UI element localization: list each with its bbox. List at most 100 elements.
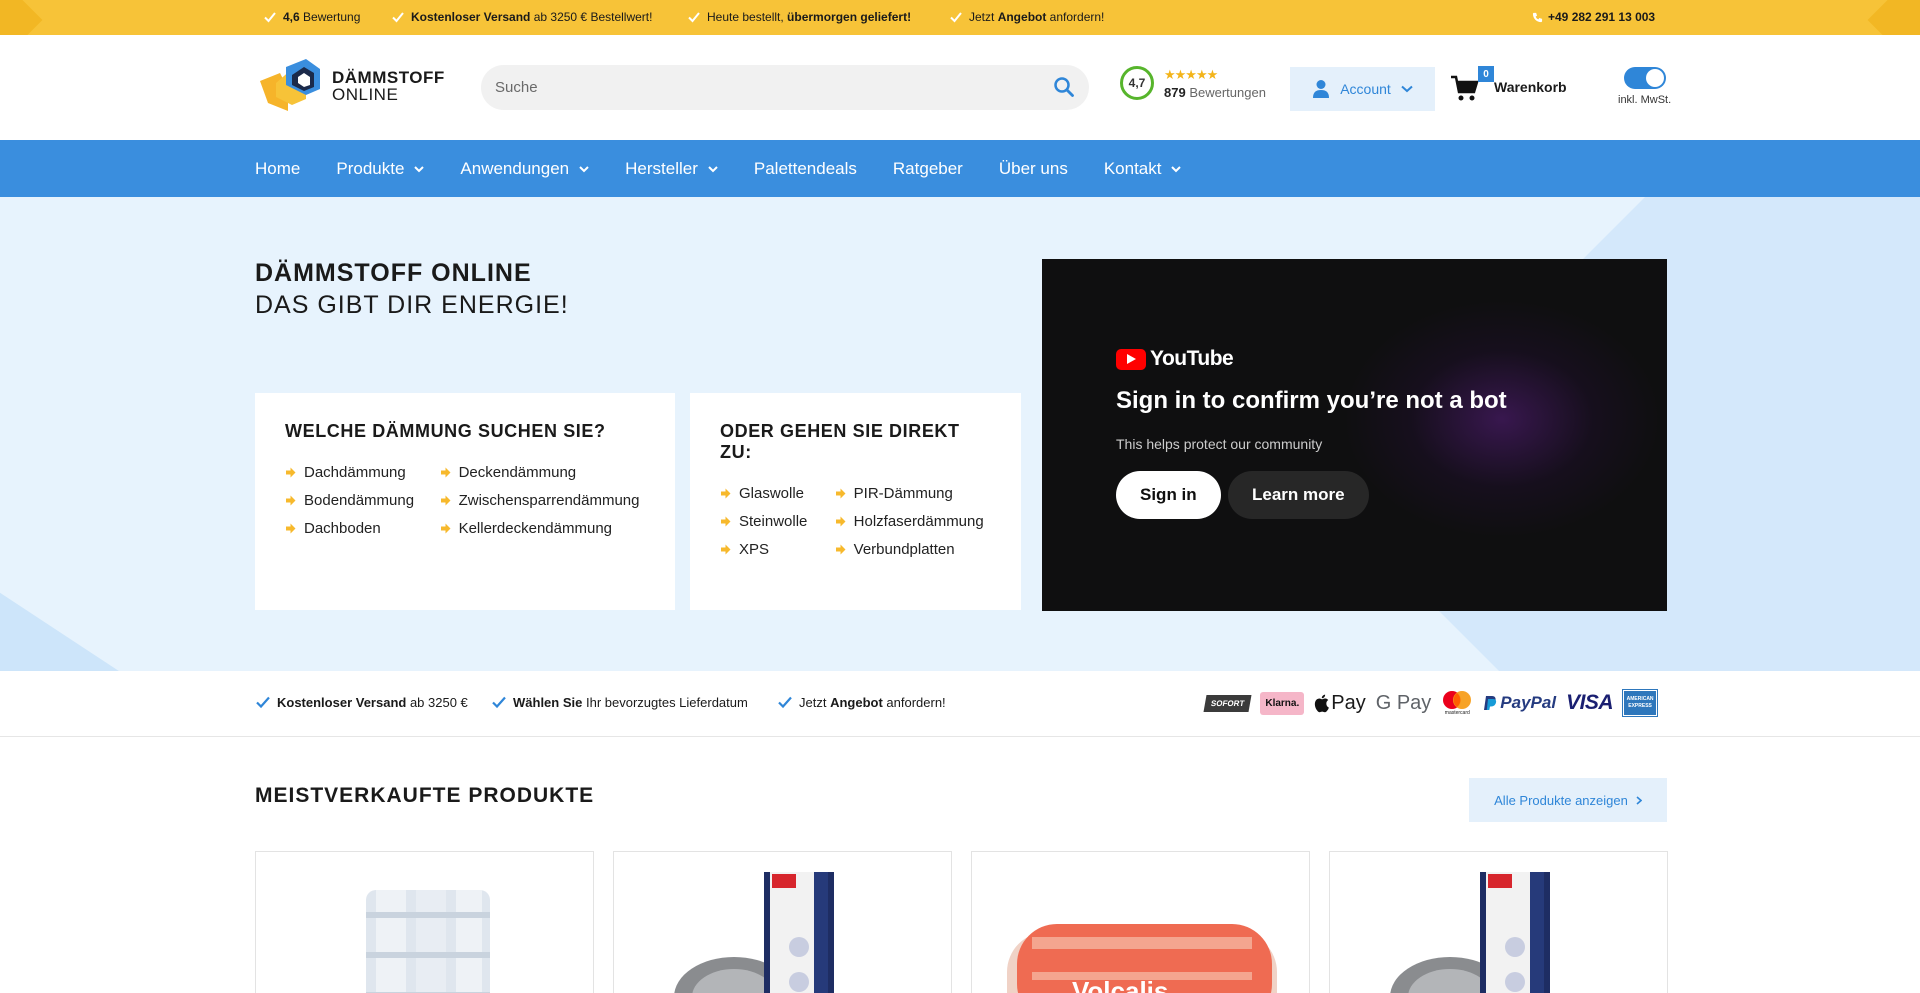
search-icon[interactable] <box>1053 76 1075 98</box>
arrow-right-icon <box>440 467 451 478</box>
top-usp-bar: 4,6 Bewertung Kostenloser Versand ab 325… <box>0 0 1920 35</box>
logo-line1: DÄMMSTOFF <box>332 68 445 87</box>
chevron-down-icon <box>414 165 425 172</box>
sofort-icon: SOFORT <box>1203 694 1252 712</box>
rating-stars: ★★★★★ <box>1164 66 1218 82</box>
arrow-right-icon <box>835 516 846 527</box>
logo-line2: ONLINE <box>332 85 399 104</box>
site-header: DÄMMSTOFF ONLINE 4,7 ★★★★★ 879 Bewertung… <box>0 35 1920 140</box>
chevron-right-icon <box>1636 795 1642 805</box>
nav-home[interactable]: Home <box>255 159 300 179</box>
usp-free-shipping: Kostenloser Versand ab 3250 € Bestellwer… <box>391 10 652 24</box>
nav-produkte[interactable]: Produkte <box>336 159 425 179</box>
visa-icon: VISA <box>1566 691 1614 714</box>
product-card[interactable] <box>255 851 594 993</box>
product-image <box>674 872 834 993</box>
chevron-down-icon <box>1171 165 1182 172</box>
link-zwischensparrendaemmung[interactable]: Zwischensparrendämmung <box>440 492 645 509</box>
card-title: ODER GEHEN SIE DIREKT ZU: <box>720 421 960 462</box>
link-glaswolle[interactable]: Glaswolle <box>720 485 815 502</box>
apple-pay-icon: Pay <box>1314 692 1366 715</box>
nav-anwendungen[interactable]: Anwendungen <box>460 159 589 179</box>
hero-section: DÄMMSTOFF ONLINE DAS GIBT DIR ENERGIE! W… <box>0 197 1920 671</box>
link-holzfaserdaemmung[interactable]: Holzfaserdämmung <box>835 513 991 530</box>
vat-label: inkl. MwSt. <box>1618 94 1672 106</box>
account-button[interactable]: Account <box>1290 67 1435 111</box>
nav-ratgeber[interactable]: Ratgeber <box>893 159 963 179</box>
nav-palettendeals[interactable]: Palettendeals <box>754 159 857 179</box>
youtube-play-icon <box>1116 348 1146 370</box>
link-dachboden[interactable]: Dachboden <box>285 520 420 537</box>
phone-link[interactable]: +49 282 291 13 003 <box>1532 10 1655 24</box>
arrow-right-icon <box>440 495 451 506</box>
vat-toggle-group: inkl. MwSt. <box>1618 67 1671 106</box>
rating-count: 879 <box>1164 84 1186 100</box>
check-icon <box>392 12 404 23</box>
check-icon <box>256 696 270 709</box>
usp-offer: Jetzt Angebot anfordern! <box>777 694 946 710</box>
cart-icon <box>1451 75 1479 101</box>
cart-button[interactable]: 0 Warenkorb <box>1450 66 1567 104</box>
all-products-button[interactable]: Alle Produkte anzeigen <box>1469 778 1667 822</box>
mastercard-icon: mastercard <box>1441 690 1473 716</box>
arrow-right-icon <box>286 467 296 478</box>
arrow-right-icon <box>721 516 731 527</box>
usp-strip: Kostenloser Versand ab 3250 € Wählen Sie… <box>0 671 1920 737</box>
decor-stripe <box>0 0 43 35</box>
vat-toggle[interactable] <box>1623 67 1666 89</box>
hero-subtitle: DAS GIBT DIR ENERGIE! <box>255 291 569 319</box>
link-bodendaemmung[interactable]: Bodendämmung <box>285 492 420 509</box>
arrow-right-icon <box>286 495 296 506</box>
nav-ueber-uns[interactable]: Über uns <box>999 159 1068 179</box>
product-card[interactable] <box>613 851 952 993</box>
usp-offer: Jetzt Angebot anfordern! <box>949 10 1104 24</box>
video-subtitle: This helps protect our community <box>1116 436 1323 452</box>
link-xps[interactable]: XPS <box>720 541 815 558</box>
link-verbundplatten[interactable]: Verbundplatten <box>835 541 991 558</box>
hero-title: DÄMMSTOFF ONLINE <box>255 259 532 287</box>
google-pay-icon: G Pay <box>1375 691 1432 714</box>
link-pir-daemmung[interactable]: PIR-Dämmung <box>835 485 991 502</box>
cart-count-badge: 0 <box>1478 66 1494 82</box>
search-input[interactable] <box>495 65 1035 110</box>
link-dachdaemmung[interactable]: Dachdämmung <box>285 464 420 481</box>
usp-delivery-date: Wählen Sie Ihr bevorzugtes Lieferdatum <box>491 694 748 710</box>
link-steinwolle[interactable]: Steinwolle <box>720 513 815 530</box>
check-icon <box>264 12 276 23</box>
video-title: Sign in to confirm you’re not a bot <box>1116 387 1507 414</box>
check-icon <box>492 696 506 709</box>
chevron-down-icon <box>579 165 589 172</box>
logo-mark-icon <box>258 59 324 113</box>
chevron-down-icon <box>1401 85 1413 93</box>
arrow-right-icon <box>721 544 731 555</box>
klarna-icon: Klarna. <box>1260 691 1305 715</box>
sign-in-button[interactable]: Sign in <box>1116 471 1221 519</box>
phone-icon <box>1532 12 1543 22</box>
svg-text:Volcalis: Volcalis <box>1072 976 1168 993</box>
usp-delivery: Heute bestellt, übermorgen geliefert! <box>687 10 911 24</box>
insulation-finder-card: WELCHE DÄMMUNG SUCHEN SIE? Dachdämmung D… <box>255 393 675 610</box>
amex-icon: AMERICAN EXPRESS <box>1622 689 1659 717</box>
product-card[interactable] <box>1329 851 1668 993</box>
product-image <box>366 890 490 993</box>
user-icon <box>1313 80 1330 98</box>
check-icon <box>688 12 700 23</box>
payment-methods: SOFORT Klarna. Pay G Pay mastercard PayP… <box>1203 689 1659 717</box>
link-deckendaemmung[interactable]: Deckendämmung <box>440 464 645 481</box>
youtube-logo: YouTube <box>1116 347 1234 371</box>
direct-links-card: ODER GEHEN SIE DIREKT ZU: Glaswolle PIR-… <box>690 393 1021 610</box>
check-icon <box>778 696 792 709</box>
learn-more-button[interactable]: Learn more <box>1228 471 1369 519</box>
nav-kontakt[interactable]: Kontakt <box>1104 159 1182 179</box>
rating-score: 4,7 <box>1120 66 1154 100</box>
usp-free-shipping: Kostenloser Versand ab 3250 € <box>255 694 468 710</box>
product-image: Volcalis <box>1007 924 1277 993</box>
product-card[interactable]: Volcalis <box>971 851 1310 993</box>
nav-hersteller[interactable]: Hersteller <box>625 159 718 179</box>
youtube-embed[interactable]: YouTube Sign in to confirm you’re not a … <box>1042 259 1667 611</box>
cart-label: Warenkorb <box>1494 79 1567 95</box>
site-logo[interactable]: DÄMMSTOFF ONLINE <box>258 59 448 113</box>
link-kellerdeckendaemmung[interactable]: Kellerdeckendämmung <box>440 520 645 537</box>
rating-widget[interactable]: 4,7 ★★★★★ 879 Bewertungen <box>1120 66 1266 100</box>
arrow-right-icon <box>835 544 846 555</box>
